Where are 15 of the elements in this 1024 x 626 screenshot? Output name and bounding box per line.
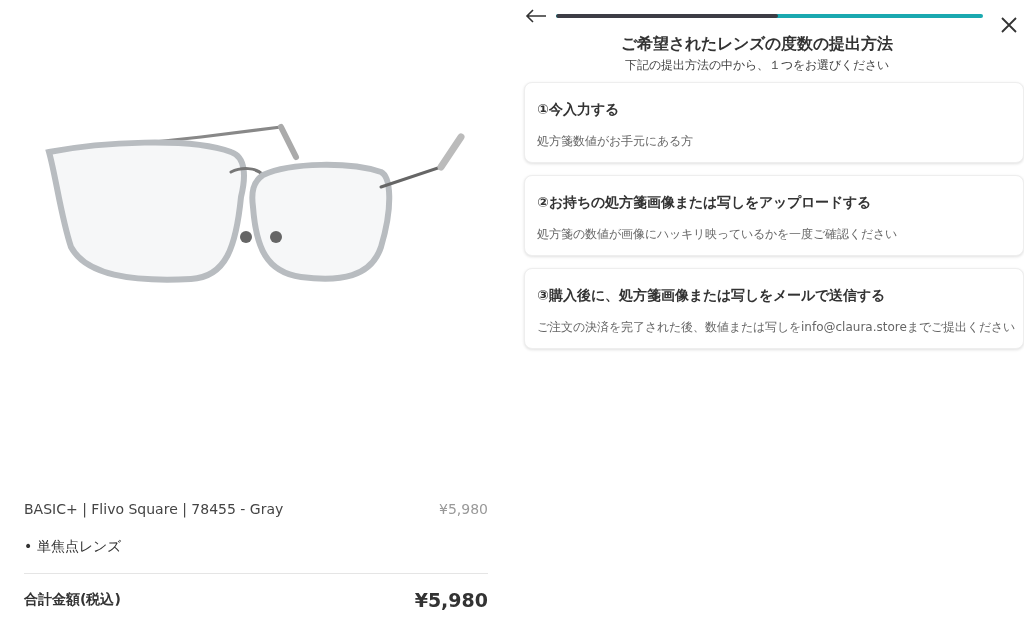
product-name: BASIC+ | Flivo Square | 78455 - Gray	[24, 499, 284, 520]
option-title: ①今入力する	[537, 100, 620, 119]
option-description: 処方箋の数値が画像にハッキリ映っているかを一度ご確認ください	[537, 226, 898, 243]
option-description: 処方箋数値がお手元にある方	[537, 133, 694, 150]
submission-option-card[interactable]: ③購入後に、処方箋画像または写しをメールで送信する ご注文の決済を完了された後、数値または写しをinfo@claura.storeまでご提出ください	[524, 268, 1024, 349]
option-title: ③購入後に、処方箋画像または写しをメールで送信する	[537, 286, 886, 305]
modal-subtitle: 下記の提出方法の中から、１つをお選びください	[625, 57, 889, 74]
submission-option-card[interactable]: ①今入力する 処方箋数値がお手元にある方	[524, 82, 1024, 163]
total-label: 合計金額(税込)	[24, 590, 121, 610]
submission-option-card[interactable]: ②お持ちの処方箋画像または写しをアップロードする 処方箋の数値が画像にハッキリ映っているかを一度ご確認ください	[524, 175, 1024, 256]
option-title: ②お持ちの処方箋画像または写しをアップロードする	[537, 193, 872, 212]
total-price: ¥5,980	[414, 587, 488, 613]
product-price: ¥5,980	[439, 499, 488, 519]
lens-option: • 単焦点レンズ	[24, 527, 488, 565]
modal-title: ご希望されたレンズの度数の提出方法	[621, 33, 893, 55]
